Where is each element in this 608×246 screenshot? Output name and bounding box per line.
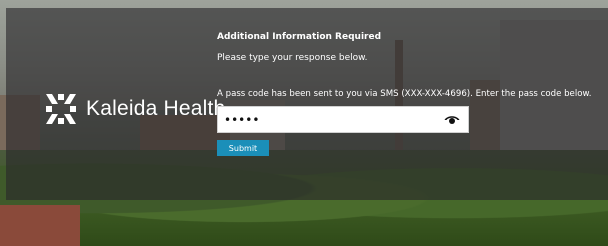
form-heading: Additional Information Required	[217, 32, 382, 42]
submit-button[interactable]: Submit	[217, 140, 269, 156]
form-instruction: Please type your response below.	[217, 53, 368, 63]
kaleida-logo-icon	[46, 94, 76, 124]
passcode-form: Additional Information Required Please t…	[217, 30, 602, 156]
eye-icon[interactable]	[444, 114, 460, 126]
passcode-input[interactable]	[218, 107, 434, 132]
brand-name: Kaleida Health	[86, 97, 226, 120]
brand-logo: Kaleida Health	[44, 92, 225, 126]
sms-message: A pass code has been sent to you via SMS…	[217, 89, 592, 99]
passcode-field-wrapper	[217, 106, 469, 133]
building	[0, 205, 80, 246]
